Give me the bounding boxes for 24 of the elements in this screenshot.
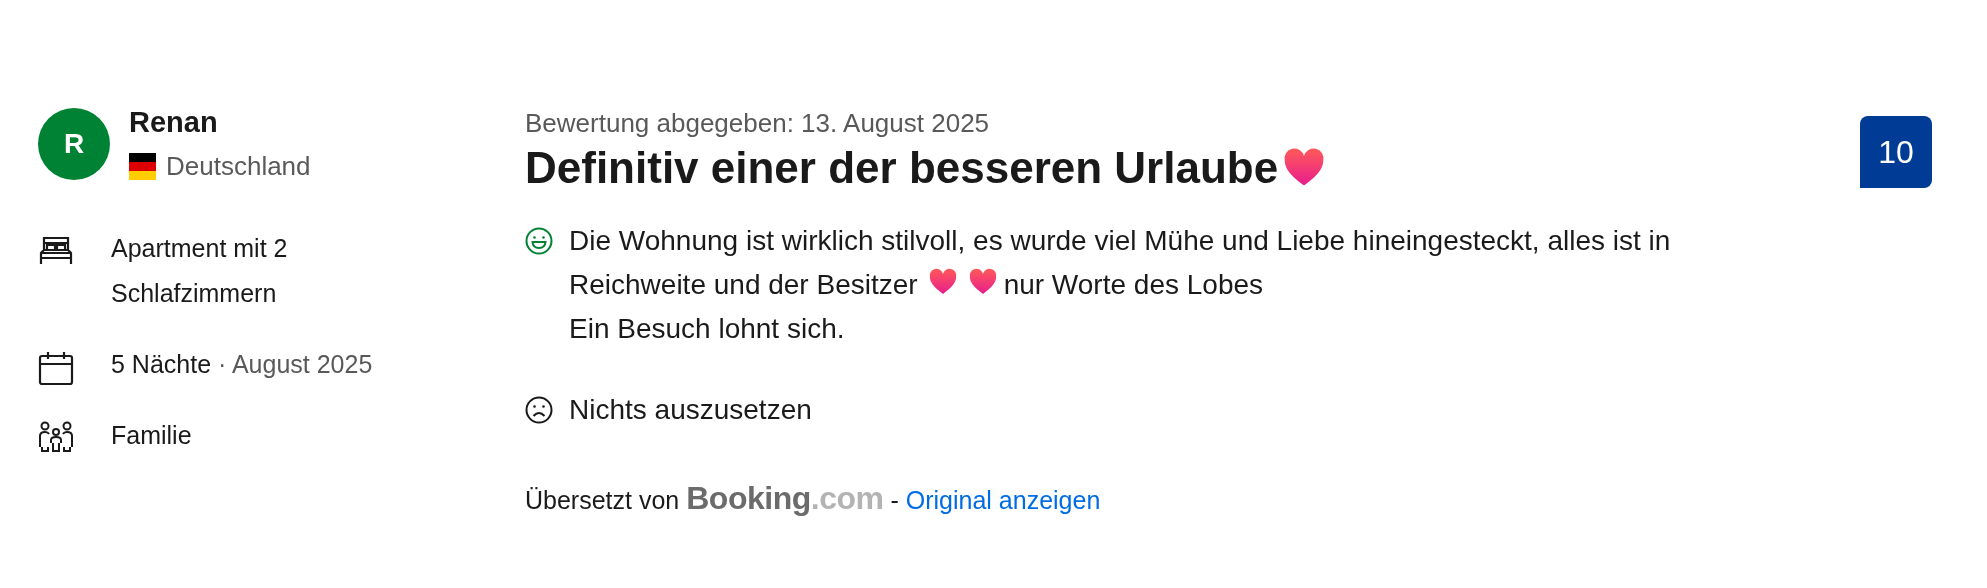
positive-comment: nur Worte des Lobes	[1003, 268, 1264, 302]
room-type: Apartment mit 2 Schlafzimmern	[111, 233, 289, 309]
separator: -	[890, 486, 899, 515]
frown-icon	[525, 396, 553, 424]
avatar: R	[38, 108, 110, 180]
stay-length: 5 Nächte · August 2025	[111, 349, 374, 380]
score-badge: 10	[1860, 116, 1932, 188]
traveler-type: Familie	[111, 420, 193, 451]
show-original-link[interactable]: Original anzeigen	[905, 486, 1101, 515]
calendar-icon	[38, 350, 74, 386]
country: Deutschland	[166, 151, 311, 182]
guest-name: Renan	[129, 106, 218, 139]
flag-icon	[129, 153, 156, 180]
family-icon	[38, 421, 74, 453]
review-title: Definitiv einer der besseren Urlaube	[525, 143, 1279, 193]
positive-comment: Die Wohnung ist wirklich stilvoll, es wurde viel Mühe und Liebe hineingesteckt, alles ist in	[569, 224, 1671, 258]
translated-label: Übersetzt von	[525, 486, 680, 515]
negative-comment: Nichts auszusetzen	[569, 393, 812, 427]
bed-icon	[38, 234, 74, 266]
review-date: Bewertung abgegeben: 13. August 2025	[525, 108, 990, 139]
booking-logo: Booking.com	[686, 480, 884, 517]
smiley-icon	[525, 227, 553, 255]
positive-comment: Reichweite und der Besitzer	[569, 268, 918, 302]
positive-comment: Ein Besuch lohnt sich.	[569, 312, 845, 346]
